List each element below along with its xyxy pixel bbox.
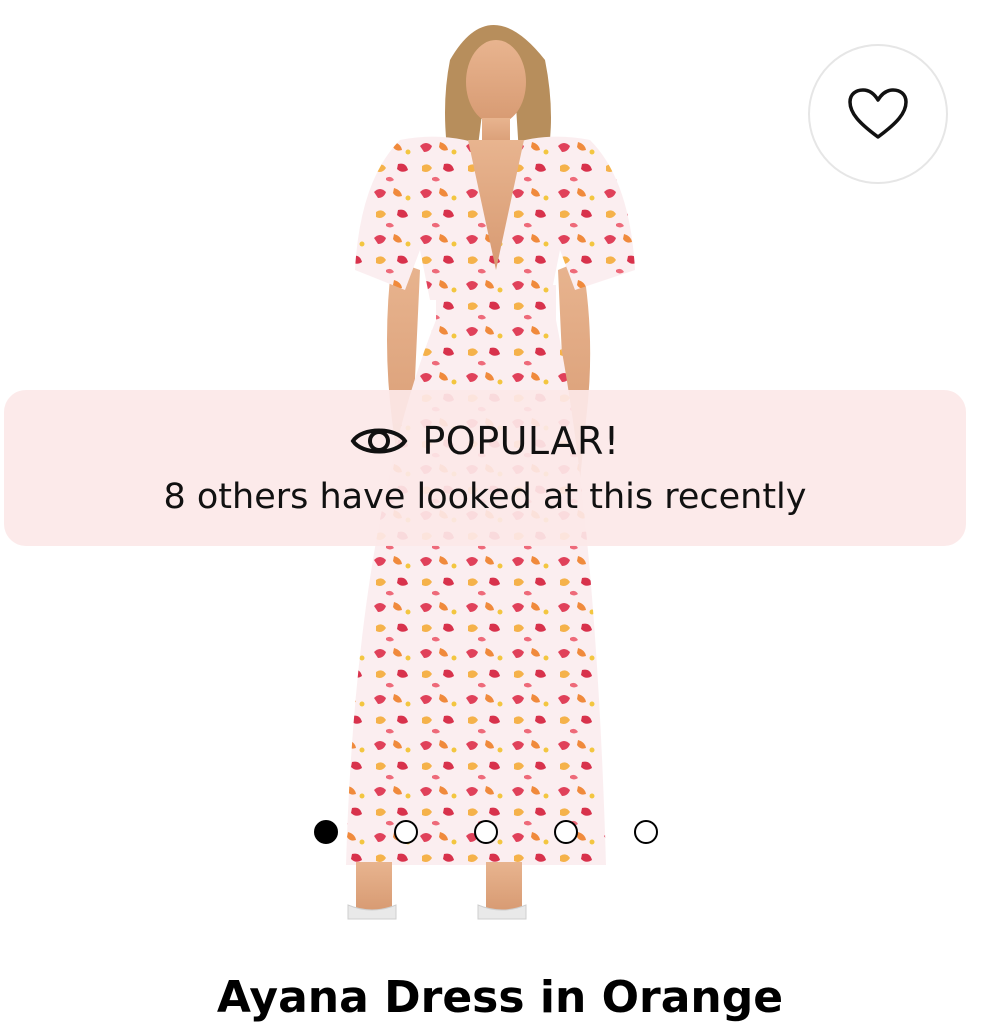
popular-title: POPULAR!	[422, 419, 620, 463]
eye-icon	[350, 428, 408, 454]
carousel-dot-1[interactable]	[314, 820, 338, 844]
heart-icon	[848, 88, 908, 139]
carousel-dot-4[interactable]	[554, 820, 578, 844]
popular-banner: POPULAR! 8 others have looked at this re…	[4, 390, 966, 546]
carousel-dot-3[interactable]	[474, 820, 498, 844]
wishlist-button[interactable]	[808, 44, 948, 184]
popular-message: 8 others have looked at this recently	[163, 477, 807, 517]
product-title: Ayana Dress in Orange	[216, 972, 784, 1023]
image-carousel-pagination	[314, 817, 658, 847]
carousel-dot-2[interactable]	[394, 820, 418, 844]
carousel-dot-5[interactable]	[634, 820, 658, 844]
popular-header: POPULAR!	[350, 419, 619, 463]
